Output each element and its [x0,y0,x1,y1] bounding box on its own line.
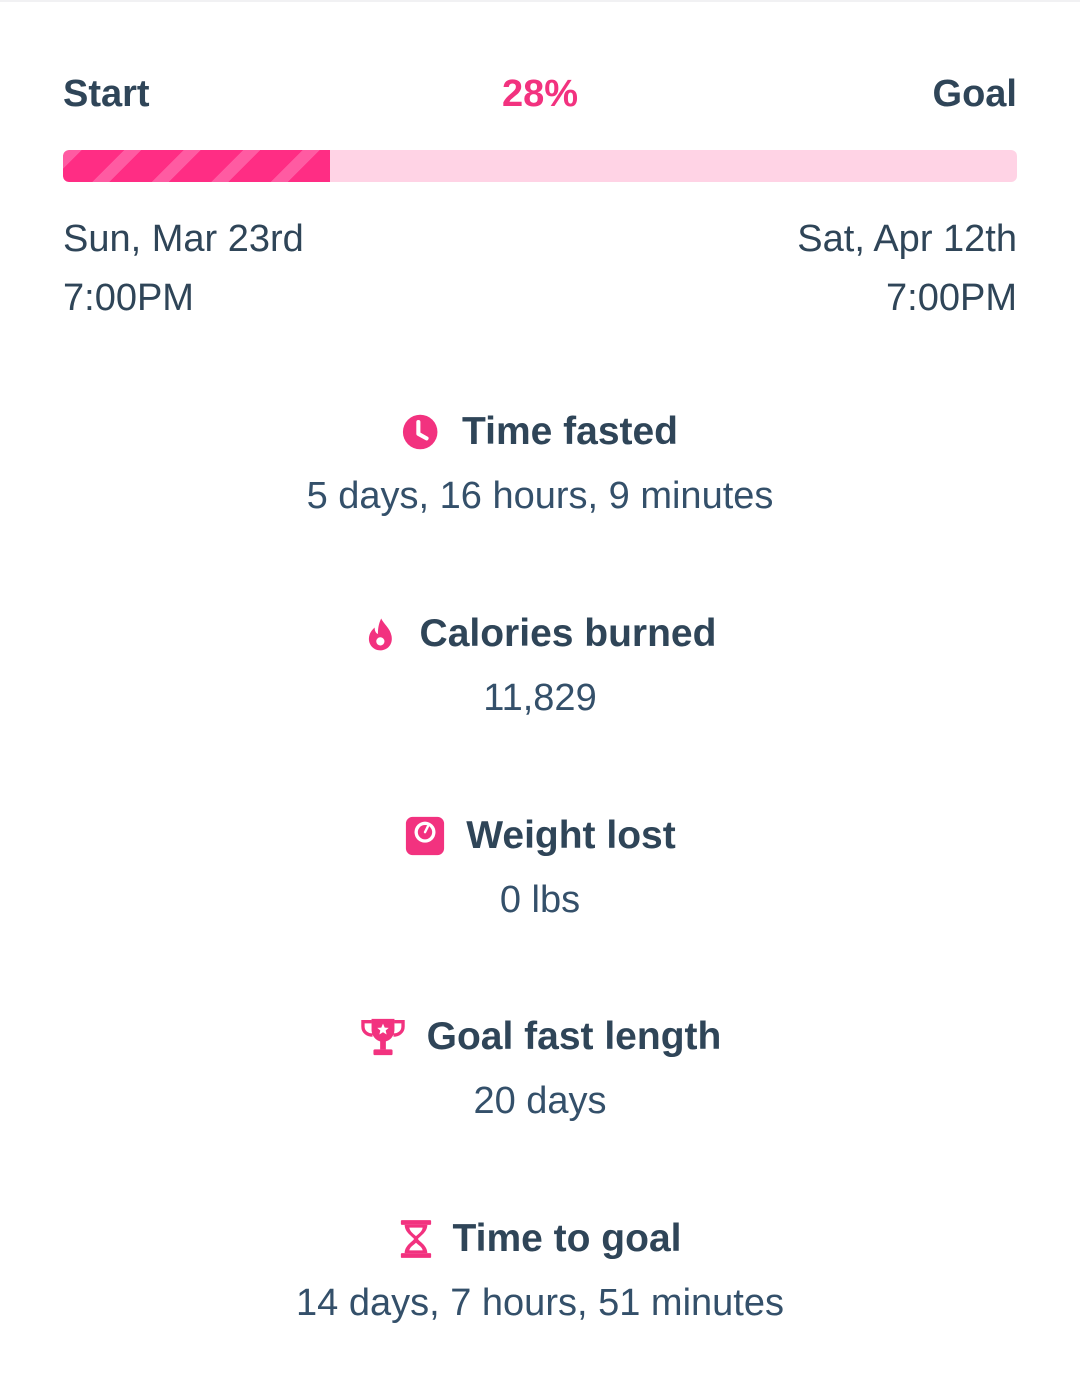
clock-icon [402,414,438,450]
stat-time-to-goal: Time to goal 14 days, 7 hours, 51 minute… [0,1214,1080,1328]
start-label: Start [63,73,150,115]
stat-value: 20 days [473,1080,607,1122]
stat-title: Time fasted [461,410,679,453]
progress-bar [63,150,1017,182]
trophy-icon [360,1018,405,1056]
stat-value: 0 lbs [499,879,581,921]
top-divider [0,0,1080,2]
progress-bar-fill [63,150,331,182]
start-time: 7:00PM [63,277,194,319]
scale-icon [406,816,445,856]
progress-header: Start 28% Goal [63,70,1017,120]
stat-value: 11,829 [483,677,597,719]
stat-title: Weight lost [466,814,676,857]
stat-goal-fast-length: Goal fast length 20 days [0,1012,1080,1126]
goal-label: Goal [932,73,1017,115]
stat-title: Time to goal [452,1217,682,1260]
flame-icon [368,618,392,651]
stat-title: Calories burned [419,612,717,655]
stat-calories-burned: Calories burned 11,829 [0,609,1080,723]
start-datetime: Sun, Mar 23rd 7:00PM [63,210,304,328]
stat-title: Goal fast length [426,1015,722,1058]
goal-time: 7:00PM [886,277,1017,319]
start-date: Sun, Mar 23rd [63,218,304,260]
stat-value: 14 days, 7 hours, 51 minutes [296,1282,784,1324]
stat-time-fasted: Time fasted 5 days, 16 hours, 9 minutes [0,407,1080,521]
goal-datetime: Sat, Apr 12th 7:00PM [797,210,1017,328]
hourglass-icon [400,1220,431,1258]
stat-weight-lost: Weight lost 0 lbs [0,811,1080,925]
stat-value: 5 days, 16 hours, 9 minutes [306,475,774,517]
goal-date: Sat, Apr 12th [797,218,1017,260]
progress-percent: 28% [501,73,579,115]
